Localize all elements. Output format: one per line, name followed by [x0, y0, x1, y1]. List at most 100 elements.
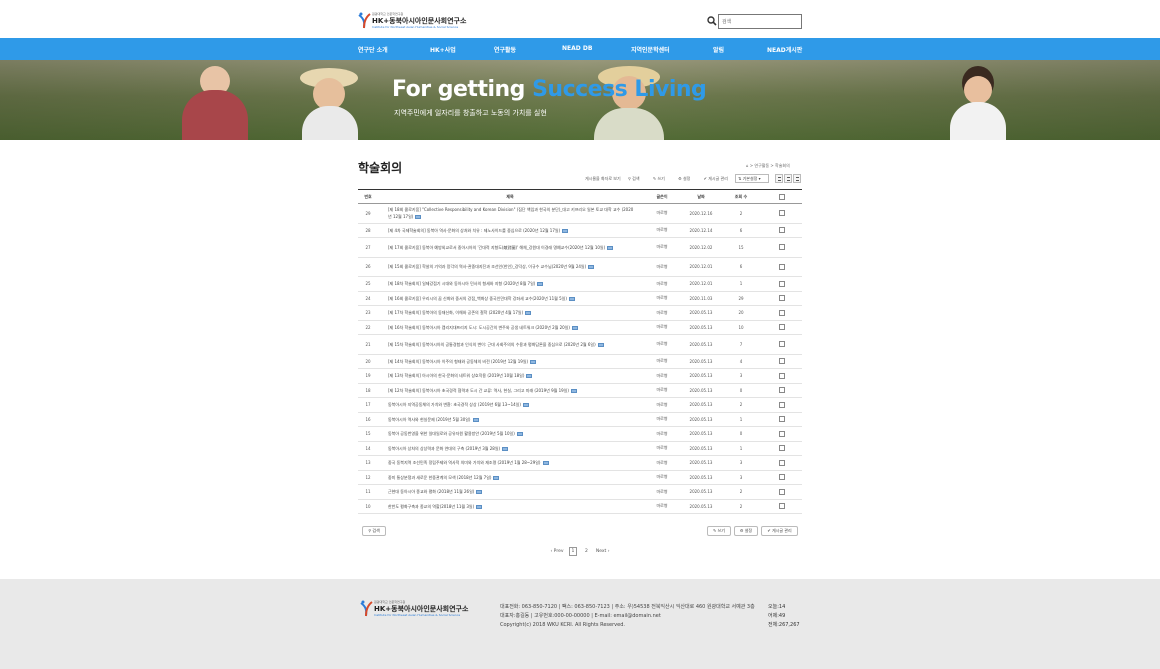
bottom-settings-button[interactable]: ⚙ 설정: [734, 526, 758, 536]
table-row[interactable]: 15 동북아 공동번영을 위한 일대일로와 공유자원 활용방안 (2019년 5월…: [358, 426, 802, 442]
cell-title[interactable]: 동북아시아 지역공동체의 가치와 변환: 초국경적 상상 (2019년 6월 1…: [378, 397, 642, 413]
cell-title[interactable]: [제 4차 국제학술회의] 동북아 역사·문화의 상처와 치유 : 제노사이드를…: [378, 223, 642, 238]
table-row[interactable]: 16 동북아시아 역사와 현실문제 (2019년 5월 30일) 마로병 2020.0…: [358, 412, 802, 427]
bottom-write-button[interactable]: ✎ 쓰기: [707, 526, 731, 536]
cell-title[interactable]: 동북아시아 역사와 현실문제 (2019년 5월 30일): [378, 412, 642, 427]
table-row[interactable]: 10 한반도 평화구축과 종교의 역할(2018년 11월 3일) 마로병 2020.…: [358, 499, 802, 514]
cell-title-text[interactable]: 근현대 동아시아 종교와 평화 (2018년 11월 26일): [388, 489, 474, 494]
row-checkbox[interactable]: [779, 459, 785, 466]
row-checkbox[interactable]: [779, 445, 785, 452]
cell-title-text[interactable]: [제 4차 국제학술회의] 동북아 역사·문화의 상처와 치유 : 제노사이드를…: [388, 228, 560, 233]
table-row[interactable]: 24 [제 16회 콜로키움] 우리시의 꿈 신화와 중서의 강점_백화상 중국인…: [358, 291, 802, 306]
column-header-date[interactable]: 날짜: [682, 189, 720, 204]
cell-title-text[interactable]: 동북아시아 역사와 현실문제 (2019년 5월 30일): [388, 417, 471, 422]
table-row[interactable]: 12 중미 통상분쟁과 새로운 한중관계의 모색 (2018년 12월 7일) 마로…: [358, 470, 802, 485]
search-input[interactable]: [718, 14, 802, 29]
column-header-author[interactable]: 글쓴이: [642, 189, 682, 204]
pager-next[interactable]: Next ›: [596, 548, 610, 557]
cell-title-text[interactable]: 동북아시아 상처의 상상력과 문화 연대의 구축 (2019년 3월 28일): [388, 446, 500, 451]
row-checkbox[interactable]: [779, 324, 785, 331]
cell-title[interactable]: [제 15차 학술회의] 동북아시아의 공통경험과 인식의 변이: 근대 사회주…: [378, 334, 642, 355]
table-row[interactable]: 28 [제 4차 국제학술회의] 동북아 역사·문화의 상처와 치유 : 제노사이…: [358, 223, 802, 238]
cell-title[interactable]: [제 15회 콜로키움] 학살의 기억과 망각의 역사-관중대지진과 조선인(한…: [378, 257, 642, 277]
cell-title[interactable]: 한반도 평화구축과 종교의 역할(2018년 11월 3일): [378, 499, 642, 514]
cell-title[interactable]: 동북아시아 상처의 상상력과 문화 연대의 구축 (2019년 3월 28일): [378, 441, 642, 456]
cell-title-text[interactable]: [제 18회 콜로키움] "Collective Responsibility …: [388, 207, 633, 219]
cell-title-text[interactable]: [제 16차 학술회의] 동북아시아 캠리지대프리지 도시: 도시공간의 변주와…: [388, 325, 570, 330]
row-checkbox[interactable]: [779, 309, 785, 316]
cell-title-text[interactable]: 동북아 공동번영을 위한 일대일로와 공유자원 활용방안 (2019년 5월 1…: [388, 431, 515, 436]
breadcrumb[interactable]: ⌂ > 연구활동 > 학술회의: [746, 163, 790, 169]
toolbar-manage-button[interactable]: ✔ 게시글 관리: [704, 176, 734, 181]
card-view-button[interactable]: [793, 174, 801, 183]
row-checkbox[interactable]: [779, 416, 785, 423]
row-checkbox[interactable]: [779, 387, 785, 394]
row-checkbox[interactable]: [779, 227, 785, 234]
cell-title[interactable]: [제 14차 학술회의] 동북아시아 이주의 형태와 공동체의 비전 (2019…: [378, 354, 642, 369]
cell-title-text[interactable]: [제 17회 콜로키움] 동북아 예방외교로서 중아시아의 '긴대적 지형도(敵…: [388, 245, 605, 250]
table-row[interactable]: 23 [제 17차 학술회의] 동북아의 동재신화, 이해와 공존의 철학 (20…: [358, 305, 802, 321]
table-row[interactable]: 27 [제 17회 콜로키움] 동북아 예방외교로서 중아시아의 '긴대적 지형도…: [358, 237, 802, 258]
cell-title-text[interactable]: [제 17차 학술회의] 동북아의 동재신화, 이해와 공존의 철학 (2020…: [388, 310, 523, 315]
row-checkbox[interactable]: [779, 341, 785, 348]
cell-title[interactable]: [제 16회 콜로키움] 우리시의 꿈 신화와 중서의 강점_백화상 중국인민대…: [378, 291, 642, 306]
table-row[interactable]: 19 [제 13차 학술회의] 아시아의 한국·문화의 네트워 상호작용 (201…: [358, 368, 802, 384]
table-row[interactable]: 26 [제 15회 콜로키움] 학살의 기억과 망각의 역사-관중대지진과 조선인…: [358, 257, 802, 277]
table-row[interactable]: 14 동북아시아 상처의 상상력과 문화 연대의 구축 (2019년 3월 28일…: [358, 441, 802, 456]
cell-title[interactable]: [제 17회 콜로키움] 동북아 예방외교로서 중아시아의 '긴대적 지형도(敵…: [378, 237, 642, 258]
search-icon[interactable]: [707, 16, 717, 26]
pager-page-2[interactable]: 2: [582, 548, 590, 557]
bottom-manage-button[interactable]: ✔ 게시글 관리: [761, 526, 798, 536]
row-checkbox[interactable]: [779, 430, 785, 437]
cell-title-text[interactable]: 한반도 평화구축과 종교의 역할(2018년 11월 3일): [388, 504, 474, 509]
nav-item-research[interactable]: 연구활동: [494, 45, 516, 54]
nav-item-nead-board[interactable]: NEAD게시판: [767, 45, 802, 54]
row-checkbox[interactable]: [779, 244, 785, 251]
cell-title-text[interactable]: [제 15회 콜로키움] 학살의 기억과 망각의 역사-관중대지진과 조선인(한…: [388, 264, 586, 269]
cell-title-text[interactable]: [제 15차 학술회의] 동북아시아의 공통경험과 인식의 변이: 근대 사회주…: [388, 342, 596, 347]
cell-title[interactable]: [제 17차 학술회의] 동북아의 동재신화, 이해와 공존의 철학 (2020…: [378, 305, 642, 321]
cell-title[interactable]: 동북아 공동번영을 위한 일대일로와 공유자원 활용방안 (2019년 5월 1…: [378, 426, 642, 442]
cell-title[interactable]: [제 12차 학술회의] 동북아시아 초국경적 협력과 도시 간 교류: 역사,…: [378, 383, 642, 398]
table-row[interactable]: 25 [제 18차 학술회의] 일제강점기 시대와 동아시아 민사의 형세와 지형…: [358, 276, 802, 292]
row-checkbox[interactable]: [779, 295, 785, 302]
view-as-author-link[interactable]: 게시물을 화자로 보기: [585, 176, 621, 181]
cell-title[interactable]: 근현대 동아시아 종교와 평화 (2018년 11월 26일): [378, 484, 642, 500]
select-all-checkbox[interactable]: [779, 193, 785, 200]
grid-view-button[interactable]: [784, 174, 792, 183]
cell-title-text[interactable]: 동북아시아 지역공동체의 가치와 변환: 초국경적 상상 (2019년 6월 1…: [388, 402, 521, 407]
table-row[interactable]: 20 [제 14차 학술회의] 동북아시아 이주의 형태와 공동체의 비전 (20…: [358, 354, 802, 369]
table-row[interactable]: 21 [제 15차 학술회의] 동북아시아의 공통경험과 인식의 변이: 근대 사…: [358, 334, 802, 355]
cell-title-text[interactable]: [제 13차 학술회의] 아시아의 한국·문화의 네트워 상호작용 (2019년…: [388, 373, 524, 378]
toolbar-settings-button[interactable]: ⚙ 설정: [678, 176, 696, 181]
cell-title[interactable]: [제 18회 콜로키움] "Collective Responsibility …: [378, 203, 642, 224]
bottom-search-button[interactable]: ⚲ 검색: [362, 526, 386, 536]
row-checkbox[interactable]: [779, 488, 785, 495]
cell-title-text[interactable]: [제 12차 학술회의] 동북아시아 초국경적 협력과 도시 간 교류: 역사,…: [388, 388, 569, 393]
column-header-select-all[interactable]: [762, 189, 802, 204]
sort-select[interactable]: ⇅ 기본설정 ▾: [735, 174, 769, 183]
cell-title-text[interactable]: 중국 동북지역 조선민족 정립주제와 역사적 의미와 가치와 재조명 (2019…: [388, 460, 541, 465]
cell-title-text[interactable]: [제 14차 학술회의] 동북아시아 이주의 형태와 공동체의 비전 (2019…: [388, 359, 528, 364]
toolbar-search-button[interactable]: ⚲ 검색: [628, 176, 646, 181]
row-checkbox[interactable]: [779, 210, 785, 217]
table-row[interactable]: 17 동북아시아 지역공동체의 가치와 변환: 초국경적 상상 (2019년 6월…: [358, 397, 802, 413]
pager-prev[interactable]: ‹ Prev: [550, 548, 563, 557]
row-checkbox[interactable]: [779, 503, 785, 510]
pager-page-1[interactable]: 1: [568, 547, 577, 556]
list-view-button[interactable]: [775, 174, 783, 183]
table-row[interactable]: 11 근현대 동아시아 종교와 평화 (2018년 11월 26일) 마로병 2020…: [358, 484, 802, 500]
site-logo[interactable]: 원광대학교 인문학연구원 HK+동북아시아인문사회연구소 Institute f…: [358, 11, 466, 31]
row-checkbox[interactable]: [779, 372, 785, 379]
row-checkbox[interactable]: [779, 358, 785, 365]
table-row[interactable]: 29 [제 18회 콜로키움] "Collective Responsibilit…: [358, 203, 802, 224]
cell-title-text[interactable]: [제 18차 학술회의] 일제강점기 시대와 동아시아 민사의 형세와 지형 (…: [388, 281, 535, 286]
cell-title[interactable]: 중국 동북지역 조선민족 정립주제와 역사적 의미와 가치와 재조명 (2019…: [378, 455, 642, 471]
cell-title[interactable]: 중미 통상분쟁과 새로운 한중관계의 모색 (2018년 12월 7일): [378, 470, 642, 485]
column-header-no[interactable]: 번호: [358, 189, 378, 204]
table-row[interactable]: 13 중국 동북지역 조선민족 정립주제와 역사적 의미와 가치와 재조명 (20…: [358, 455, 802, 471]
table-row[interactable]: 18 [제 12차 학술회의] 동북아시아 초국경적 협력과 도시 간 교류: 역…: [358, 383, 802, 398]
nav-item-regional-center[interactable]: 지역인문학센터: [631, 45, 670, 54]
nav-item-about[interactable]: 연구단 소개: [358, 45, 388, 54]
nav-item-hk-project[interactable]: HK+사업: [430, 45, 456, 54]
